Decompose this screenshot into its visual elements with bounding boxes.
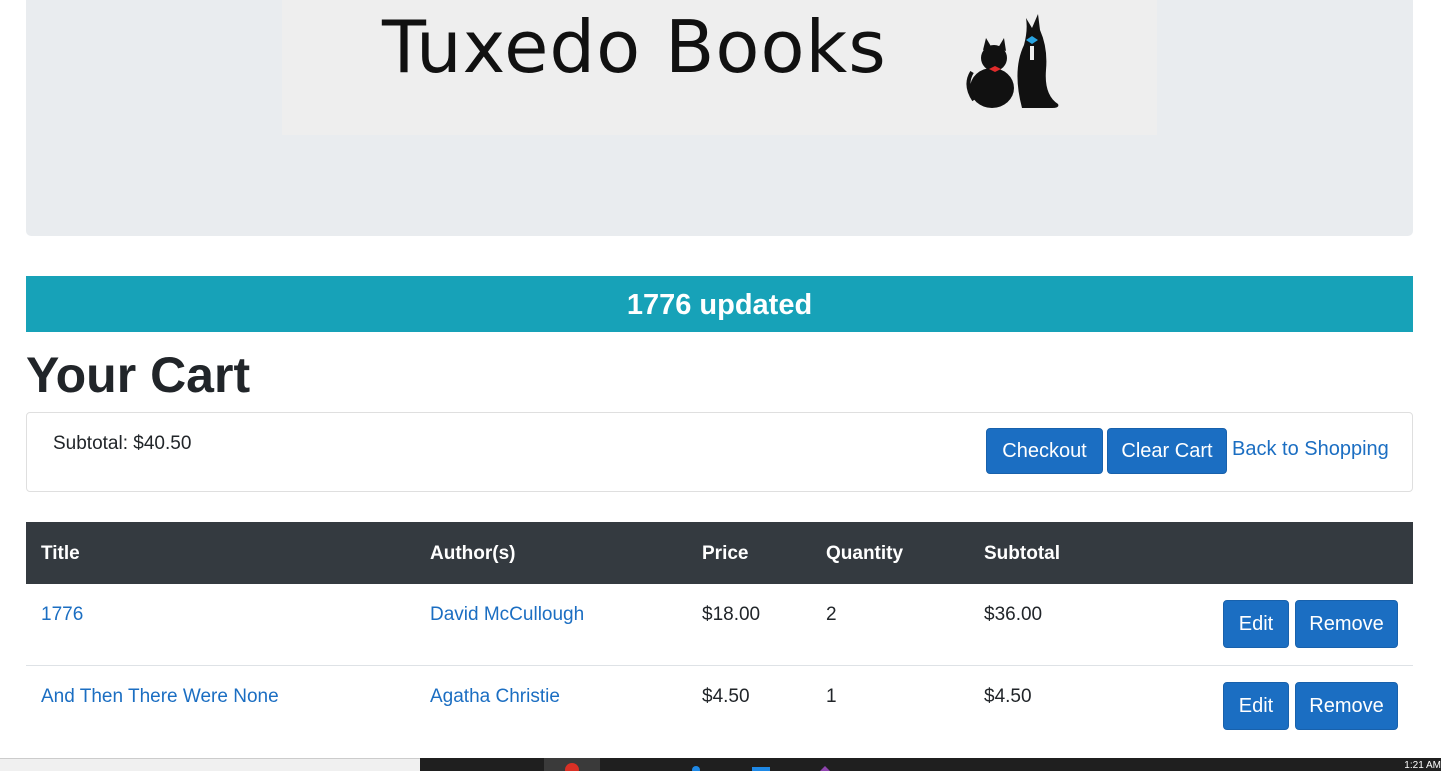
edge-icon xyxy=(692,766,700,771)
cart-subtotal: Subtotal: $40.50 xyxy=(53,433,192,454)
remove-button[interactable]: Remove xyxy=(1295,682,1398,730)
visual-studio-icon xyxy=(820,766,830,771)
browser-status-bar xyxy=(0,758,420,771)
book-title-link[interactable]: And Then There Were None xyxy=(41,686,279,708)
taskbar-app-icon[interactable] xyxy=(750,758,772,771)
price-cell: $18.00 xyxy=(702,604,761,625)
column-header-price: Price xyxy=(702,543,749,564)
edit-button[interactable]: Edit xyxy=(1223,600,1289,648)
author-link[interactable]: David McCullough xyxy=(430,604,584,626)
chrome-icon xyxy=(565,763,579,771)
subtotal-cell: $36.00 xyxy=(984,604,1043,625)
price-cell: $4.50 xyxy=(702,686,750,707)
quantity-cell: 2 xyxy=(826,604,837,625)
column-header-subtotal: Subtotal xyxy=(984,543,1060,564)
edit-button[interactable]: Edit xyxy=(1223,682,1289,730)
logo-text: Tuxedo Books xyxy=(382,5,887,89)
page-title: Your Cart xyxy=(26,347,251,403)
column-header-title: Title xyxy=(41,543,80,564)
update-alert: 1776 updated xyxy=(26,276,1413,332)
table-row: And Then There Were None Agatha Christie… xyxy=(26,666,1413,747)
column-header-authors: Author(s) xyxy=(430,543,516,564)
tuxedo-cats-icon xyxy=(966,14,1059,108)
taskbar-app-icon[interactable] xyxy=(818,758,832,771)
taskbar-app-icon[interactable] xyxy=(690,758,702,771)
back-to-shopping-link[interactable]: Back to Shopping xyxy=(1232,438,1389,461)
author-link[interactable]: Agatha Christie xyxy=(430,686,560,708)
table-header: Title Author(s) Price Quantity Subtotal xyxy=(26,522,1413,584)
column-header-quantity: Quantity xyxy=(826,543,904,564)
clear-cart-button[interactable]: Clear Cart xyxy=(1107,428,1227,474)
book-title-link[interactable]: 1776 xyxy=(41,604,83,626)
cart-summary-card: Subtotal: $40.50 Checkout Clear Cart Bac… xyxy=(26,412,1413,492)
subtotal-cell: $4.50 xyxy=(984,686,1032,707)
header-jumbotron: Tuxedo Books xyxy=(26,0,1413,236)
checkout-button[interactable]: Checkout xyxy=(986,428,1103,474)
taskbar-app-icon[interactable] xyxy=(544,758,600,771)
os-taskbar: 1:21 AM xyxy=(420,758,1441,771)
store-icon xyxy=(752,767,770,771)
quantity-cell: 1 xyxy=(826,686,837,707)
table-row: 1776 David McCullough $18.00 2 $36.00 Ed… xyxy=(26,584,1413,666)
site-logo[interactable]: Tuxedo Books xyxy=(282,0,1157,135)
taskbar-clock[interactable]: 1:21 AM xyxy=(1404,760,1441,771)
remove-button[interactable]: Remove xyxy=(1295,600,1398,648)
